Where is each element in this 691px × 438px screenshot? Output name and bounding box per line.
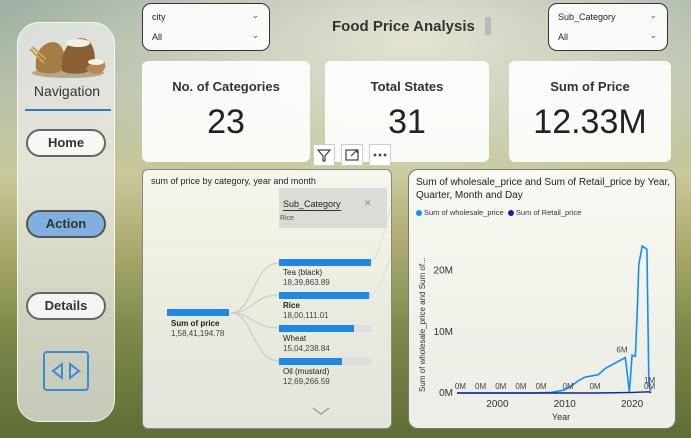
city-slicer-label: city	[152, 12, 166, 22]
x-axis-label: Year	[552, 412, 570, 422]
sub-category-slicer[interactable]: Sub_Category ⌄ All ⌄	[548, 3, 668, 51]
tree-node-bar[interactable]	[279, 358, 343, 365]
kpi-label: Total States	[370, 79, 444, 94]
kpi-value: 12.33M	[533, 103, 647, 141]
tree-connectors	[230, 203, 391, 415]
data-label: 0M	[475, 382, 486, 391]
data-label: 0M	[563, 382, 574, 391]
tree-node-value: 18,39,863.89	[283, 278, 330, 287]
action-button[interactable]: Action	[26, 210, 106, 238]
kpi-label: Sum of Price	[550, 79, 630, 94]
city-slicer[interactable]: city ⌄ All ⌄	[142, 3, 270, 51]
x-tick-label: 2010	[554, 399, 577, 410]
rice-sacks-logo	[29, 38, 106, 78]
y-tick-label: 10M	[434, 327, 453, 338]
tree-node-bar[interactable]	[279, 259, 371, 266]
root-node-label: Sum of price	[171, 319, 220, 328]
tree-node-label: Rice	[283, 301, 300, 310]
city-slicer-value[interactable]: All	[152, 32, 162, 42]
sub-category-slicer-label: Sub_Category	[558, 12, 616, 22]
price-line-chart-panel: Sum of wholesale_price and Sum of Retail…	[408, 169, 676, 429]
tree-node-value: 18,00,111.01	[283, 311, 329, 320]
root-node-bar[interactable]	[167, 309, 229, 316]
kpi-label: No. of Categories	[172, 79, 280, 94]
page-navigator	[43, 351, 89, 391]
navigation-title: Navigation	[33, 83, 101, 99]
home-button[interactable]: Home	[26, 129, 106, 157]
chevron-down-icon[interactable]: ⌄	[251, 10, 259, 21]
chevron-down-icon[interactable]: ⌄	[649, 10, 657, 21]
data-label: 0M	[536, 382, 547, 391]
chevron-down-icon[interactable]: ⌄	[649, 30, 657, 41]
data-label: 0M	[589, 382, 600, 391]
kpi-value: 23	[207, 103, 245, 141]
tree-node-label: Oil (mustard)	[283, 367, 330, 376]
y-tick-label: 20M	[434, 266, 453, 277]
more-options-icon[interactable]	[369, 144, 391, 166]
scroll-down-icon[interactable]	[312, 407, 330, 415]
previous-page-icon[interactable]	[51, 361, 63, 381]
tree-node-bar[interactable]	[279, 292, 370, 299]
visual-toolbar	[313, 144, 393, 168]
decomposition-tree[interactable]: sum of price by category, year and month…	[142, 169, 392, 429]
filter-icon[interactable]	[313, 144, 335, 166]
tree-node-value: 15,04,238.84	[283, 344, 330, 353]
x-tick-label: 2000	[486, 399, 509, 410]
data-label: 0M	[495, 382, 506, 391]
x-tick-label: 2020	[621, 399, 644, 410]
next-page-icon[interactable]	[69, 361, 81, 381]
tree-node-label: Tea (black)	[283, 268, 323, 277]
wholesale-price-line[interactable]	[457, 244, 652, 394]
data-label: 0M	[644, 382, 655, 391]
tree-node-value: 12,69,266.59	[283, 377, 330, 386]
focus-mode-icon[interactable]	[341, 144, 363, 166]
kpi-card-categories: No. of Categories 23	[142, 61, 310, 162]
title-accent-bar	[485, 17, 491, 35]
tree-node-bar[interactable]	[279, 325, 355, 332]
y-tick-label: 0M	[439, 388, 453, 399]
data-label: 0M	[455, 382, 466, 391]
y-axis-label: Sum of wholesale_price and Sum of...	[418, 257, 427, 392]
data-label: 6M	[616, 345, 627, 354]
line-chart-plot[interactable]: Sum of wholesale_price and Sum of... Yea…	[409, 170, 675, 428]
details-button[interactable]: Details	[26, 292, 106, 320]
data-label: 0M	[515, 382, 526, 391]
page-title: Food Price Analysis	[332, 18, 475, 35]
tree-node-label: Wheat	[283, 334, 307, 343]
chevron-down-icon[interactable]: ⌄	[251, 30, 259, 41]
navigation-panel: Navigation Home Action Details	[17, 22, 115, 422]
kpi-value: 31	[388, 103, 426, 141]
navigation-underline	[25, 109, 111, 111]
kpi-card-price: Sum of Price 12.33M	[509, 61, 671, 162]
root-node-value: 1,58,41,194.78	[171, 329, 225, 338]
sub-category-slicer-value[interactable]: All	[558, 32, 568, 42]
